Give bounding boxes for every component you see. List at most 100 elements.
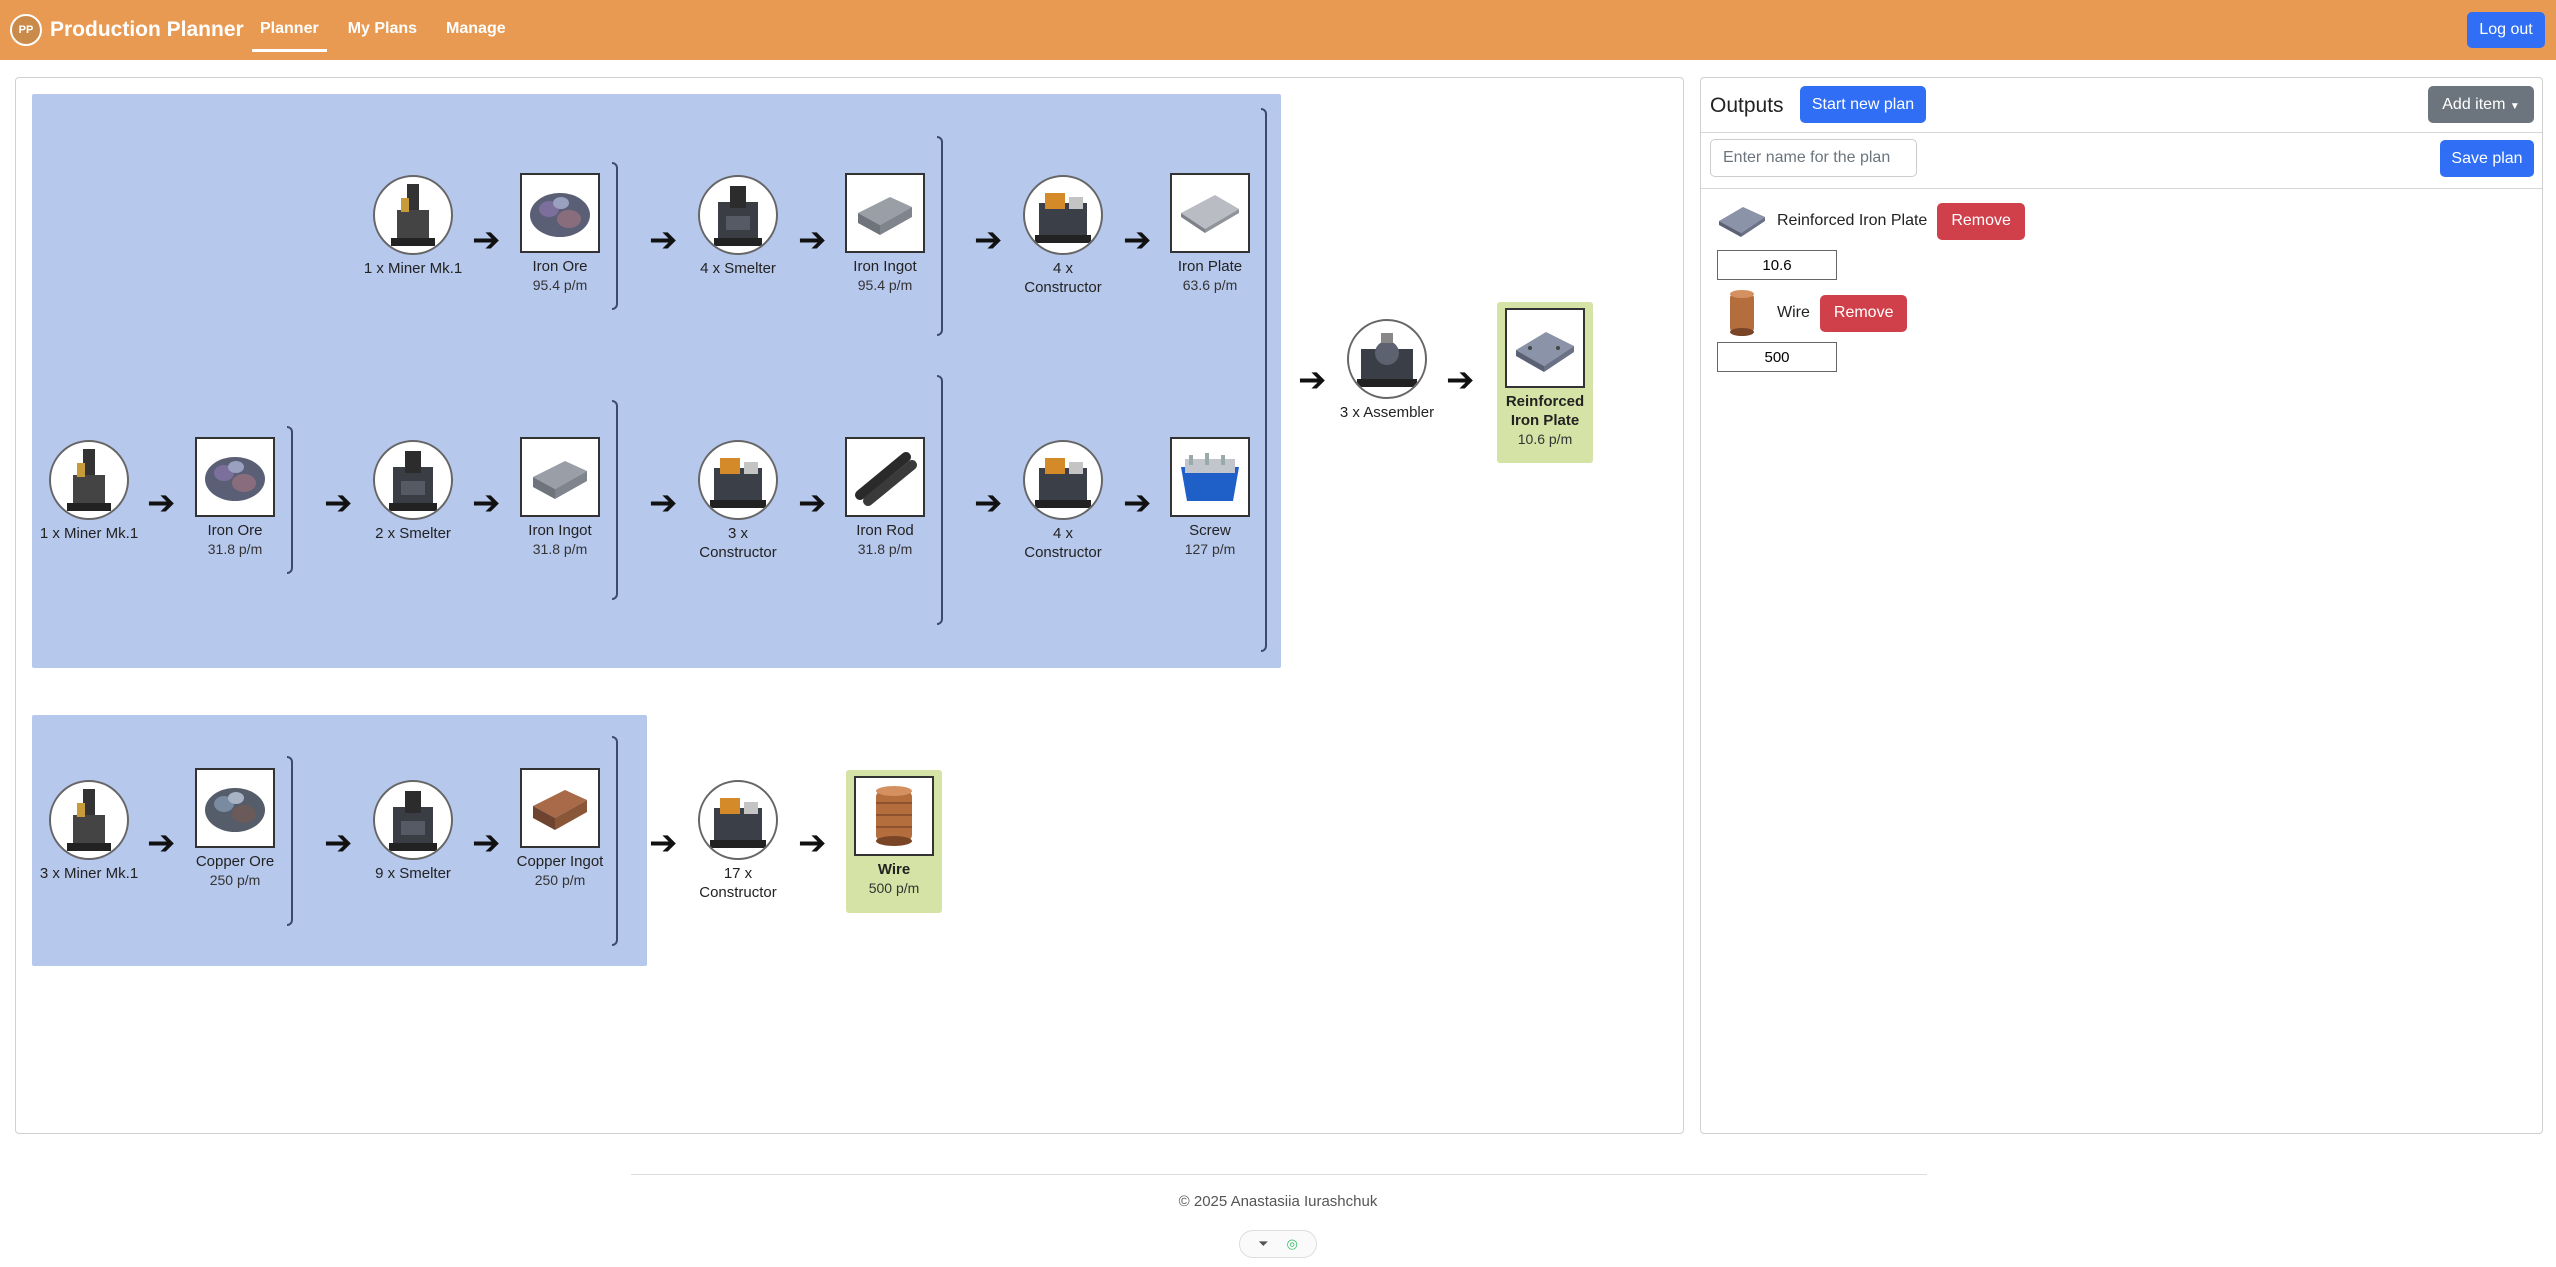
flow-arrow: ➔ xyxy=(1446,361,1475,399)
flow-arrow: ➔ xyxy=(974,221,1003,259)
output-item: Wire Remove xyxy=(1717,288,1908,338)
flow-arrow: ➔ xyxy=(1123,221,1152,259)
flow-arrow: ➔ xyxy=(472,484,501,522)
flow-arrow: ➔ xyxy=(798,221,827,259)
smelter-icon xyxy=(373,780,453,860)
footer-badge: ⏷ ◎ xyxy=(1239,1230,1317,1258)
quantity-input[interactable] xyxy=(1717,250,1837,280)
planner-canvas: 1 x Miner Mk.1 ➔ Iron Ore 95.4 p/m ➔ 4 x… xyxy=(15,77,1684,1134)
nav-manage[interactable]: Manage xyxy=(438,0,514,52)
group-bracket xyxy=(1261,108,1267,652)
iron-ingot-icon xyxy=(520,437,600,517)
add-item-label: Add item xyxy=(2442,95,2506,113)
node-iron-plate[interactable]: Iron Plate 63.6 p/m xyxy=(1160,173,1260,294)
miner-icon xyxy=(373,175,453,255)
flow-arrow: ➔ xyxy=(974,484,1003,522)
group-bracket xyxy=(937,375,943,625)
save-plan-button[interactable]: Save plan xyxy=(2440,140,2534,177)
final-output-reinforced-iron-plate[interactable]: Reinforced Iron Plate 10.6 p/m xyxy=(1497,302,1593,463)
flow-arrow: ➔ xyxy=(472,824,501,862)
brand[interactable]: PP Production Planner xyxy=(10,14,244,46)
node-copper-ore[interactable]: Copper Ore 250 p/m xyxy=(185,768,285,889)
plan-name-input[interactable] xyxy=(1710,139,1917,177)
copper-ingot-icon xyxy=(520,768,600,848)
node-miner[interactable]: 3 x Miner Mk.1 xyxy=(39,780,139,883)
iron-ore-icon xyxy=(195,437,275,517)
app-title: Production Planner xyxy=(50,18,244,41)
wire-icon xyxy=(854,776,934,856)
footer-divider xyxy=(631,1174,1927,1175)
quantity-input[interactable] xyxy=(1717,342,1837,372)
node-iron-ingot[interactable]: Iron Ingot 95.4 p/m xyxy=(835,173,935,294)
filter-icon: ⏷ xyxy=(1258,1236,1269,1251)
logout-button[interactable]: Log out xyxy=(2467,12,2545,48)
group-bracket xyxy=(287,426,293,574)
node-constructor[interactable]: 4 x Constructor xyxy=(1013,175,1113,297)
constructor-icon xyxy=(698,440,778,520)
smelter-icon xyxy=(698,175,778,255)
reinforced-iron-plate-icon xyxy=(1717,196,1767,246)
start-new-plan-button[interactable]: Start new plan xyxy=(1800,86,1926,123)
node-iron-ore[interactable]: Iron Ore 95.4 p/m xyxy=(510,173,610,294)
app-logo-icon: PP xyxy=(10,14,42,46)
node-constructor[interactable]: 17 x Constructor xyxy=(688,780,788,902)
node-iron-ingot[interactable]: Iron Ingot 31.8 p/m xyxy=(510,437,610,558)
copper-ore-icon xyxy=(195,768,275,848)
node-screw[interactable]: Screw 127 p/m xyxy=(1160,437,1260,558)
constructor-icon xyxy=(1023,440,1103,520)
node-miner[interactable]: 1 x Miner Mk.1 xyxy=(363,175,463,278)
screw-icon xyxy=(1170,437,1250,517)
status-icon: ◎ xyxy=(1286,1236,1298,1251)
iron-ore-icon xyxy=(520,173,600,253)
outputs-panel: Outputs Start new plan Add item ▼ Save p… xyxy=(1700,77,2543,1134)
nav-planner[interactable]: Planner xyxy=(252,0,327,52)
group-bracket xyxy=(287,756,293,926)
iron-rod-icon xyxy=(845,437,925,517)
output-item-name: Reinforced Iron Plate xyxy=(1777,212,1928,229)
node-smelter[interactable]: 2 x Smelter xyxy=(363,440,463,543)
flow-arrow: ➔ xyxy=(649,221,678,259)
flow-arrow: ➔ xyxy=(1298,361,1327,399)
wire-icon xyxy=(1717,288,1767,338)
group-bracket xyxy=(612,400,618,600)
assembler-icon xyxy=(1347,319,1427,399)
remove-button[interactable]: Remove xyxy=(1819,294,1908,332)
outputs-header: Outputs Start new plan Add item ▼ xyxy=(1701,78,2542,133)
node-miner[interactable]: 1 x Miner Mk.1 xyxy=(39,440,139,543)
node-iron-ore[interactable]: Iron Ore 31.8 p/m xyxy=(185,437,285,558)
flow-arrow: ➔ xyxy=(147,484,176,522)
miner-icon xyxy=(49,440,129,520)
flow-arrow: ➔ xyxy=(147,824,176,862)
constructor-icon xyxy=(1023,175,1103,255)
node-smelter[interactable]: 4 x Smelter xyxy=(688,175,788,278)
flow-arrow: ➔ xyxy=(798,484,827,522)
group-bracket xyxy=(937,136,943,336)
flow-arrow: ➔ xyxy=(324,824,353,862)
miner-icon xyxy=(49,780,129,860)
nav-my-plans[interactable]: My Plans xyxy=(340,0,425,52)
flow-arrow: ➔ xyxy=(649,824,678,862)
flow-arrow: ➔ xyxy=(798,824,827,862)
node-assembler[interactable]: 3 x Assembler xyxy=(1337,319,1437,422)
node-iron-rod[interactable]: Iron Rod 31.8 p/m xyxy=(835,437,935,558)
group-bracket xyxy=(612,736,618,946)
reinforced-iron-plate-icon xyxy=(1505,308,1585,388)
outputs-title: Outputs xyxy=(1710,94,1784,117)
node-constructor[interactable]: 4 x Constructor xyxy=(1013,440,1113,562)
node-constructor[interactable]: 3 x Constructor xyxy=(688,440,788,562)
group-bracket xyxy=(612,162,618,310)
remove-button[interactable]: Remove xyxy=(1937,202,2025,240)
flow-arrow: ➔ xyxy=(649,484,678,522)
iron-ingot-icon xyxy=(845,173,925,253)
flow-arrow: ➔ xyxy=(324,484,353,522)
output-item: Reinforced Iron Plate Remove xyxy=(1717,196,2025,246)
node-smelter[interactable]: 9 x Smelter xyxy=(363,780,463,883)
navbar: PP Production Planner Planner My Plans M… xyxy=(0,0,2556,60)
flow-arrow: ➔ xyxy=(1123,484,1152,522)
add-item-dropdown[interactable]: Add item ▼ xyxy=(2428,86,2534,123)
final-output-wire[interactable]: Wire 500 p/m xyxy=(846,770,942,913)
iron-plate-icon xyxy=(1170,173,1250,253)
flow-arrow: ➔ xyxy=(472,221,501,259)
node-copper-ingot[interactable]: Copper Ingot 250 p/m xyxy=(510,768,610,889)
caret-down-icon: ▼ xyxy=(2509,100,2520,112)
